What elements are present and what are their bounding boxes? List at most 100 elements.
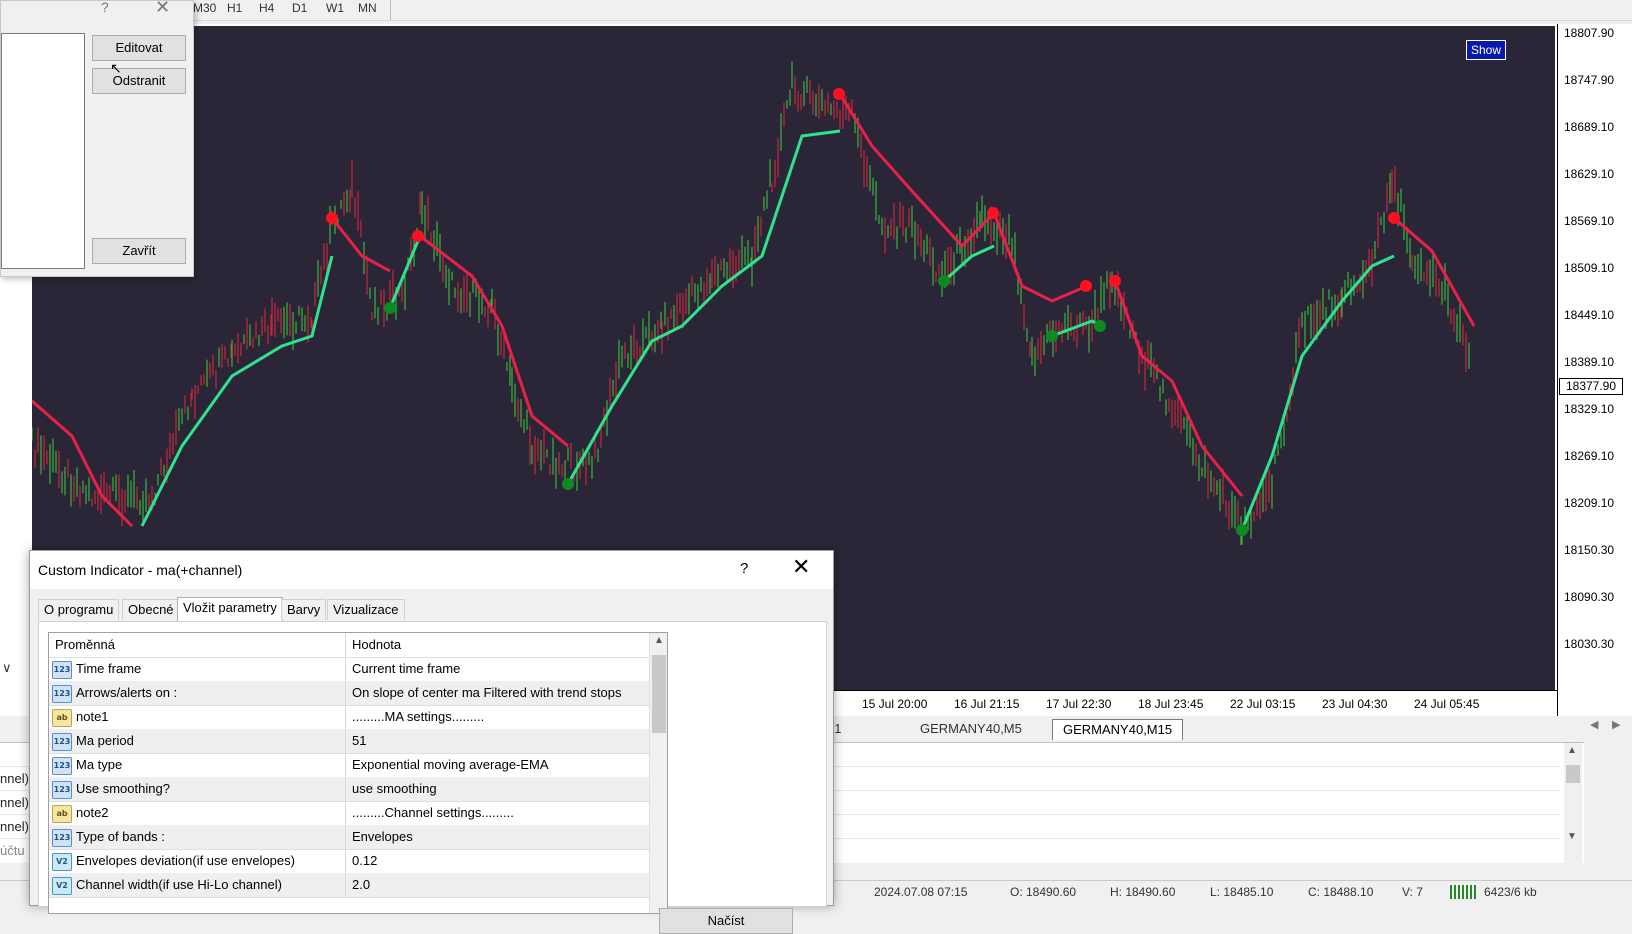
price-tick-label: 18389.10 — [1564, 355, 1615, 369]
edit-button[interactable]: Editovat — [92, 35, 186, 61]
timeframe-m30[interactable]: M30 — [190, 0, 219, 16]
price-tick-label: 18329.10 — [1564, 402, 1615, 416]
variable-header[interactable]: Proměnná — [55, 633, 115, 657]
scroll-thumb[interactable] — [652, 655, 666, 733]
status-open: O: 18490.60 — [1010, 885, 1077, 899]
param-type-icon: ab — [52, 709, 72, 727]
timeframe-h4[interactable]: H4 — [256, 0, 277, 16]
status-low: L: 18485.10 — [1210, 885, 1274, 899]
price-tick-label: 18807.90 — [1564, 26, 1615, 40]
row-label: nnel) — [0, 819, 29, 834]
param-row[interactable]: 123 Arrows/alerts on : On slope of center … — [49, 681, 649, 706]
param-row[interactable]: ab note2 .........Channel settings........… — [49, 801, 649, 826]
tab-germany40-m15[interactable]: GERMANY40,M15 — [1052, 719, 1184, 740]
time-tick-label: 18 Jul 23:45 — [1138, 697, 1204, 711]
param-value[interactable]: Envelopes — [346, 825, 652, 849]
timeframe-toolbar: M30 H1 H4 D1 W1 MN — [190, 0, 1632, 21]
help-button[interactable]: ? — [740, 560, 748, 577]
scroll-down-icon[interactable]: ▼ — [1567, 831, 1577, 842]
param-row[interactable]: 123 Ma type Exponential moving average-EMA — [49, 753, 649, 778]
param-value[interactable]: On slope of center ma Filtered with tren… — [346, 681, 652, 705]
close-button[interactable]: Zavřít — [92, 238, 186, 264]
param-row[interactable]: 123 Use smoothing? use smoothing — [49, 777, 649, 802]
param-type-icon: V2 — [52, 877, 72, 895]
parameters-grid[interactable]: Proměnná Hodnota 123 Time frame Current ti… — [48, 632, 668, 914]
param-row[interactable]: 123 Type of bands : Envelopes — [49, 825, 649, 850]
buy-signal-dot — [1094, 320, 1106, 332]
ma-line-up — [1240, 254, 1395, 531]
ma-line-down — [992, 212, 1088, 303]
tab-germany40-m5[interactable]: GERMANY40,M5 — [910, 719, 1032, 739]
param-value[interactable]: 51 — [346, 729, 652, 753]
indicators-dialog: ? ✕ Editovat Odstranit Zavřít — [0, 0, 194, 277]
param-name: Ma type — [76, 757, 123, 772]
param-row[interactable]: ab note1 .........MA settings......... — [49, 705, 649, 730]
param-name: Ma period — [76, 733, 134, 748]
param-row[interactable]: V2 Channel width(if use Hi-Lo channel) 2.0 — [49, 873, 649, 898]
mouse-cursor-icon: ↖ — [110, 60, 122, 76]
tab-visualization[interactable]: Vizualizace — [327, 599, 405, 620]
param-type-icon: ab — [52, 805, 72, 823]
param-type-icon: 123 — [52, 661, 72, 679]
sell-signal-dot — [1080, 280, 1092, 292]
param-row[interactable]: 123 Ma period 51 — [49, 729, 649, 754]
ma-line-down — [1113, 280, 1244, 497]
param-type-icon: 123 — [52, 781, 72, 799]
price-tick-label: 18269.10 — [1564, 449, 1615, 463]
price-tick-label: 18629.10 — [1564, 167, 1615, 181]
param-value[interactable]: Current time frame — [346, 657, 652, 681]
grid-scrollbar[interactable]: ▲ — [649, 633, 667, 913]
price-tick-label: 18747.90 — [1564, 73, 1615, 87]
sell-signal-dot — [833, 88, 845, 100]
time-tick-label: 16 Jul 21:15 — [954, 697, 1020, 711]
tab-colors[interactable]: Barvy — [281, 599, 327, 620]
terminal-footer-label[interactable]: účtu — [0, 843, 25, 858]
timeframe-h1[interactable]: H1 — [224, 0, 245, 16]
terminal-scrollbar[interactable]: ▲ ▼ — [1564, 743, 1582, 863]
param-type-icon: 123 — [52, 685, 72, 703]
chevron-down-icon[interactable]: ∨ — [2, 660, 12, 676]
param-value[interactable]: 0.12 — [346, 849, 652, 873]
indicator-list[interactable] — [1, 33, 85, 269]
tabs-scroll-right-icon[interactable]: ▶ — [1612, 718, 1620, 731]
scroll-up-icon[interactable]: ▲ — [1567, 745, 1577, 756]
toolbar-separator — [390, 0, 391, 20]
tabs-scroll-left-icon[interactable]: ◀ — [1590, 718, 1598, 731]
dialog-titlebar: Custom Indicator - ma(+channel) ? ✕ — [30, 551, 833, 589]
ma-line-up — [566, 129, 841, 485]
param-value[interactable]: Exponential moving average-EMA — [346, 753, 652, 777]
ma-line-down — [1393, 216, 1476, 327]
scroll-up-icon[interactable]: ▲ — [654, 635, 664, 646]
remove-button[interactable]: Odstranit — [92, 68, 186, 94]
close-icon[interactable]: ✕ — [792, 556, 810, 578]
timeframe-mn[interactable]: MN — [355, 0, 380, 16]
connection-bars-icon — [1450, 885, 1478, 899]
tab-common[interactable]: Obecné — [122, 599, 180, 620]
load-button[interactable]: Načíst — [659, 908, 793, 934]
buy-signal-dot — [384, 302, 396, 314]
param-value[interactable]: .........Channel settings......... — [346, 801, 652, 825]
param-row[interactable]: 123 Time frame Current time frame — [49, 657, 649, 682]
price-tick-label: 18689.10 — [1564, 120, 1615, 134]
tab-inputs[interactable]: Vložit parametry — [177, 597, 283, 621]
param-value[interactable]: 2.0 — [346, 873, 652, 897]
ma-line-up — [140, 255, 334, 527]
timeframe-d1[interactable]: D1 — [289, 0, 310, 16]
param-value[interactable]: .........MA settings......... — [346, 705, 652, 729]
param-value[interactable]: use smoothing — [346, 777, 652, 801]
scroll-thumb[interactable] — [1566, 765, 1580, 783]
inputs-panel: Proměnná Hodnota 123 Time frame Current ti… — [38, 621, 827, 934]
value-header[interactable]: Hodnota — [346, 633, 652, 657]
param-row[interactable]: V2 Envelopes deviation(if use envelopes) 0… — [49, 849, 649, 874]
close-icon[interactable]: ✕ — [155, 0, 170, 18]
status-close: C: 18488.10 — [1308, 885, 1374, 899]
help-icon[interactable]: ? — [101, 0, 109, 15]
sell-signal-dot — [1388, 212, 1400, 224]
show-button[interactable]: Show — [1466, 40, 1507, 60]
tab-about[interactable]: O programu — [38, 599, 120, 620]
sell-signal-dot — [326, 212, 338, 224]
status-traffic: 6423/6 kb — [1484, 885, 1537, 899]
time-tick-label: 15 Jul 20:00 — [862, 697, 928, 711]
status-volume: V: 7 — [1402, 885, 1423, 899]
timeframe-w1[interactable]: W1 — [323, 0, 347, 16]
